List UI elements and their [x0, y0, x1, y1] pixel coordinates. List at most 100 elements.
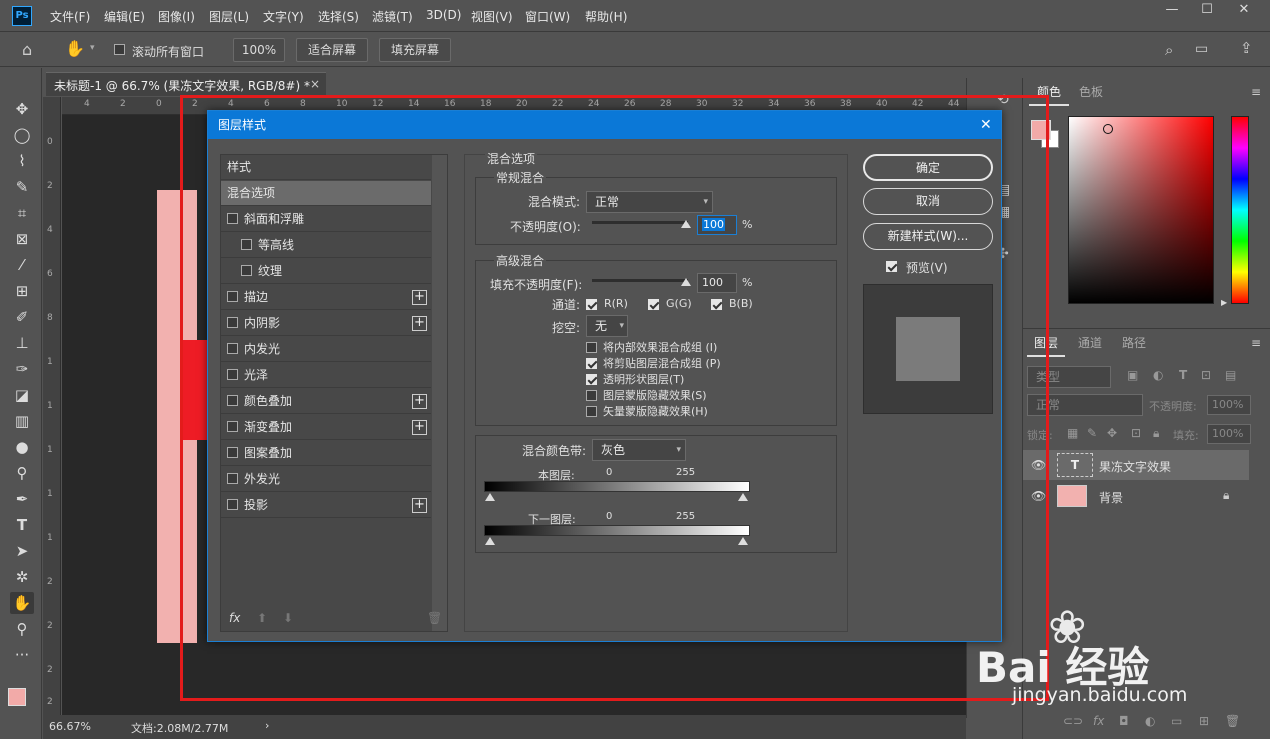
gradient-tool-icon[interactable]: ▥	[10, 410, 34, 432]
advanced-option[interactable]: 将剪贴图层混合成组 (P)	[586, 355, 721, 371]
crop-tool-icon[interactable]: ⌗	[10, 202, 34, 224]
menu-type[interactable]: 文字(Y)	[263, 8, 304, 25]
style-item[interactable]: 混合选项	[221, 181, 431, 206]
menu-view[interactable]: 视图(V)	[471, 8, 513, 25]
knockout-select[interactable]: 无 ▾	[586, 315, 628, 337]
layer-fx-icon[interactable]: fx	[1093, 714, 1104, 728]
menu-filter[interactable]: 滤镜(T)	[372, 8, 413, 25]
style-item-checkbox[interactable]	[241, 239, 252, 250]
home-icon[interactable]: ⌂	[22, 40, 32, 59]
menu-layer[interactable]: 图层(L)	[209, 8, 249, 25]
style-item[interactable]: 等高线	[221, 233, 431, 258]
advanced-option[interactable]: 透明形状图层(T)	[586, 371, 684, 387]
style-item[interactable]: 光泽	[221, 363, 431, 388]
channel-g-checkbox[interactable]	[648, 298, 665, 312]
underlying-layer-white-handle[interactable]	[738, 537, 748, 545]
style-item-checkbox[interactable]	[227, 369, 238, 380]
channel-r-checkbox[interactable]	[586, 298, 603, 312]
fill-screen-button[interactable]: 填充屏幕	[379, 38, 451, 62]
add-mask-icon[interactable]: ◘	[1119, 714, 1129, 728]
fill-opacity-input[interactable]: 100	[697, 273, 737, 293]
blend-if-select[interactable]: 灰色 ▾	[592, 439, 686, 461]
tab-color[interactable]: 颜色	[1029, 78, 1069, 106]
share-icon[interactable]: ⇪	[1240, 39, 1253, 57]
add-effect-plus-icon[interactable]: +	[412, 394, 427, 409]
preview-checkbox[interactable]	[886, 260, 903, 274]
advanced-option-checkbox[interactable]	[586, 357, 597, 369]
hue-slider[interactable]	[1231, 116, 1249, 304]
panel-fg-color[interactable]	[1031, 120, 1051, 140]
new-layer-icon[interactable]: ⊞	[1199, 714, 1209, 728]
advanced-option-checkbox[interactable]	[586, 341, 597, 353]
status-arrow-icon[interactable]: ›	[265, 719, 269, 732]
opacity-input[interactable]: 100	[697, 215, 737, 235]
document-tab[interactable]: 未标题-1 @ 66.7% (果冻文字效果, RGB/8#) * ×	[46, 72, 326, 96]
tab-paths[interactable]: 路径	[1115, 329, 1153, 357]
underlying-layer-black-handle[interactable]	[485, 537, 495, 545]
dodge-tool-icon[interactable]: ⚲	[10, 462, 34, 484]
filter-pixel-icon[interactable]: ▣	[1127, 368, 1138, 382]
fx-menu-icon[interactable]: fx	[229, 611, 240, 625]
delete-effect-icon[interactable]: 🗑︎	[427, 611, 442, 625]
layer-blend-mode-select[interactable]: 正常	[1027, 394, 1143, 416]
style-item-checkbox[interactable]	[227, 395, 238, 406]
move-tool-icon[interactable]: ✥	[10, 98, 34, 120]
visibility-eye-icon[interactable]: 👁︎	[1031, 489, 1046, 503]
tab-layers[interactable]: 图层	[1027, 329, 1065, 357]
this-layer-white-handle[interactable]	[738, 493, 748, 501]
style-item[interactable]: 颜色叠加 +	[221, 389, 431, 414]
style-item-checkbox[interactable]	[227, 447, 238, 458]
lasso-tool-icon[interactable]: ⌇	[10, 150, 34, 172]
styles-header[interactable]: 样式	[221, 155, 431, 180]
zoom-100-button[interactable]: 100%	[233, 38, 285, 62]
new-style-button[interactable]: 新建样式(W)...	[863, 223, 993, 250]
filter-type-icon[interactable]: T	[1179, 368, 1187, 382]
advanced-option-checkbox[interactable]	[586, 389, 597, 401]
cancel-button[interactable]: 取消	[863, 188, 993, 215]
panel-menu-icon[interactable]: ≡	[1251, 85, 1261, 99]
hand-tool-icon-active[interactable]: ✋	[10, 592, 34, 614]
filter-smart-icon[interactable]: ▤	[1225, 368, 1236, 382]
delete-layer-icon[interactable]: 🗑︎	[1225, 714, 1240, 728]
move-up-icon[interactable]: ⬆	[257, 611, 267, 625]
menu-image[interactable]: 图像(I)	[158, 8, 195, 25]
color-picker-cursor[interactable]	[1103, 124, 1113, 134]
menu-edit[interactable]: 编辑(E)	[104, 8, 145, 25]
pen-tool-icon[interactable]: ✒	[10, 488, 34, 510]
lock-position-icon[interactable]: ✥	[1107, 426, 1117, 440]
adjustment-layer-icon[interactable]: ◐	[1145, 714, 1155, 728]
lock-transparent-icon[interactable]: ▦	[1067, 426, 1078, 440]
stamp-tool-icon[interactable]: ⊥	[10, 332, 34, 354]
style-item[interactable]: 外发光	[221, 467, 431, 492]
this-layer-black-handle[interactable]	[485, 493, 495, 501]
style-item-checkbox[interactable]	[227, 473, 238, 484]
status-zoom[interactable]: 66.67%	[49, 720, 91, 733]
style-item[interactable]: 纹理	[221, 259, 431, 284]
channel-b-checkbox[interactable]	[711, 298, 728, 312]
blur-tool-icon[interactable]: ●	[10, 436, 34, 458]
type-tool-icon[interactable]: T	[10, 514, 34, 536]
fill-opacity-slider[interactable]	[592, 279, 688, 282]
style-item-checkbox[interactable]	[227, 343, 238, 354]
lock-artboard-icon[interactable]: ⊡	[1131, 426, 1141, 440]
foreground-color-swatch[interactable]	[8, 688, 26, 706]
style-item[interactable]: 内发光	[221, 337, 431, 362]
layer-name[interactable]: 果冻文字效果	[1099, 458, 1171, 475]
eyedropper-tool-icon[interactable]: ⁄	[10, 254, 34, 276]
style-item-checkbox[interactable]	[227, 291, 238, 302]
style-item[interactable]: 内阴影 +	[221, 311, 431, 336]
healing-tool-icon[interactable]: ⊞	[10, 280, 34, 302]
this-layer-gradient[interactable]	[484, 481, 750, 492]
link-layers-icon[interactable]: ⊂⊃	[1063, 714, 1083, 728]
layer-row[interactable]: 👁︎ 背景 🔒︎	[1023, 481, 1249, 511]
minimize-button[interactable]: —	[1160, 2, 1184, 22]
advanced-option[interactable]: 矢量蒙版隐藏效果(H)	[586, 403, 708, 419]
quick-select-tool-icon[interactable]: ✎	[10, 176, 34, 198]
tab-channels[interactable]: 通道	[1069, 329, 1111, 357]
style-item-checkbox[interactable]	[241, 265, 252, 276]
style-item-checkbox[interactable]	[227, 421, 238, 432]
history-brush-icon[interactable]: ✑	[10, 358, 34, 380]
style-item-checkbox[interactable]	[227, 499, 238, 510]
fit-screen-button[interactable]: 适合屏幕	[296, 38, 368, 62]
eraser-tool-icon[interactable]: ◪	[10, 384, 34, 406]
